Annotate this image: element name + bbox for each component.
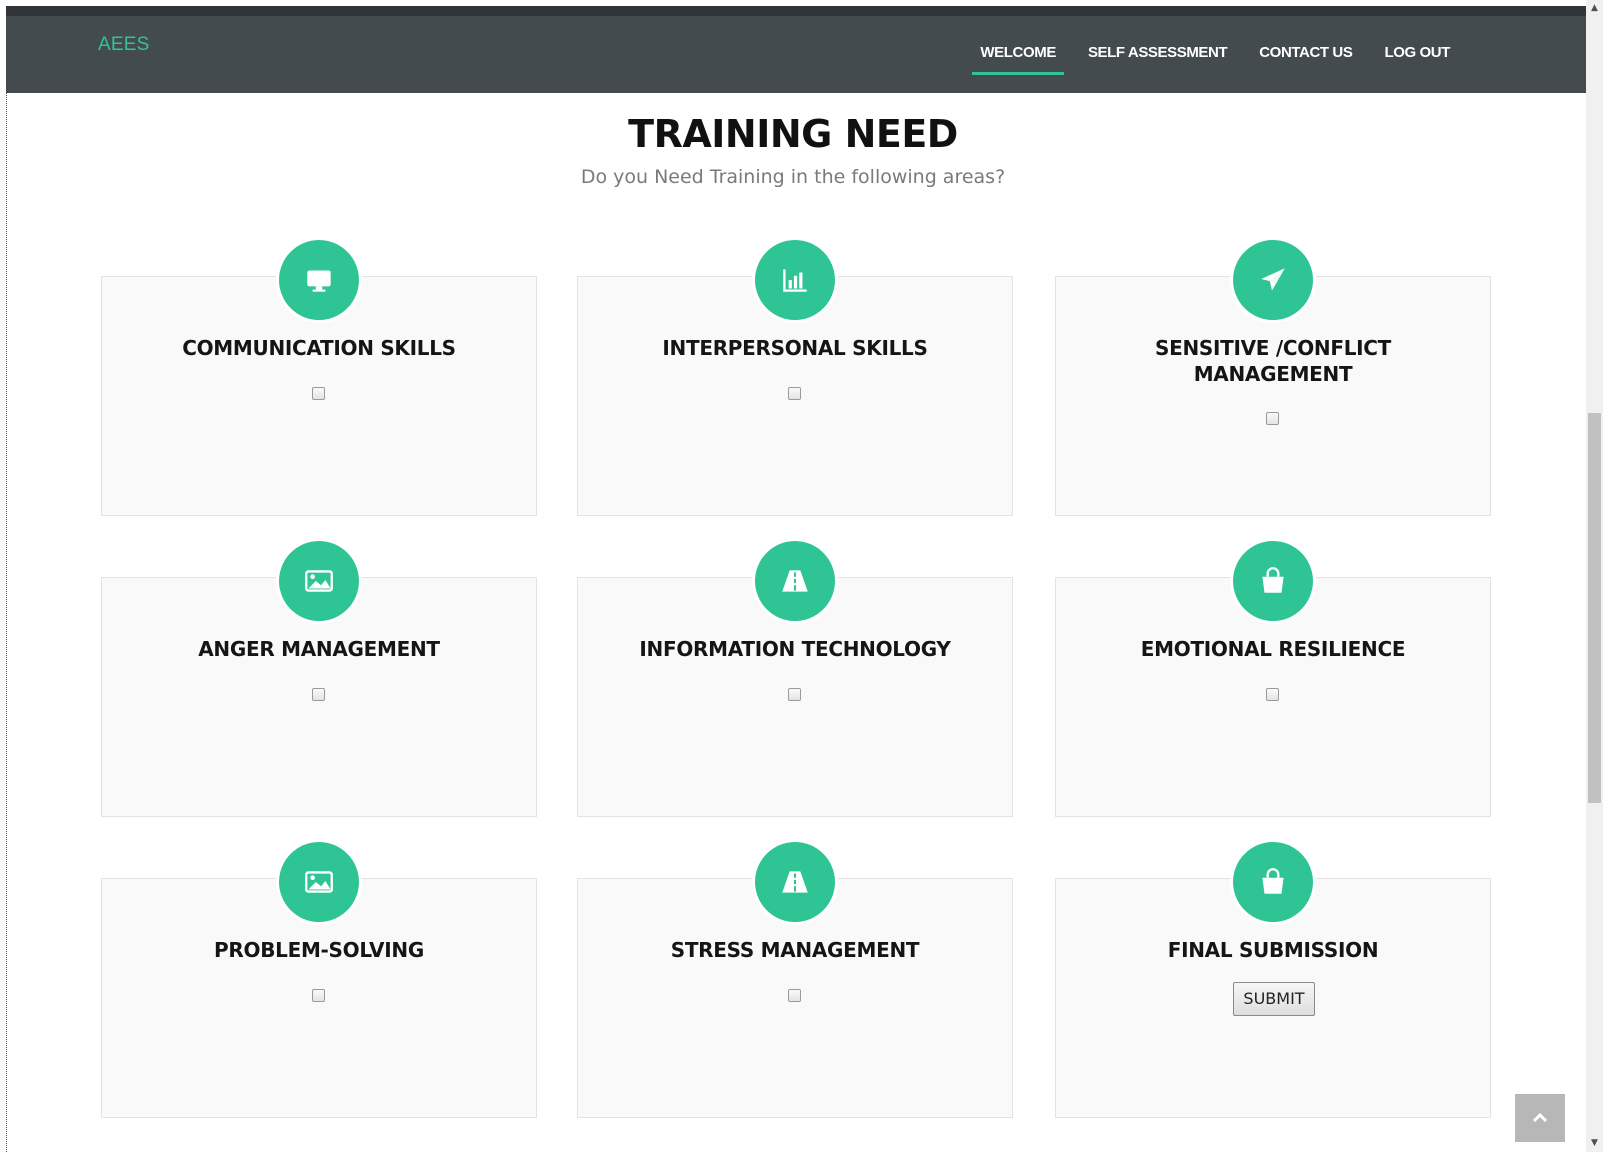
card-title: EMOTIONAL RESILIENCE xyxy=(1140,637,1406,661)
card-interpersonal-skills: INTERPERSONAL SKILLS xyxy=(577,240,1013,516)
card-title: FINAL SUBMISSION xyxy=(1167,938,1379,962)
scroll-down-arrow-icon[interactable]: ▼ xyxy=(1586,1135,1603,1152)
bar-chart-icon xyxy=(755,240,835,320)
anger-management-checkbox[interactable] xyxy=(312,688,325,701)
brand-logo[interactable]: AEES xyxy=(98,34,150,56)
window-top-frame xyxy=(6,6,1586,16)
card-title: INTERPERSONAL SKILLS xyxy=(662,336,928,360)
scrollbar-thumb[interactable] xyxy=(1588,413,1601,803)
page-subtitle: Do you Need Training in the following ar… xyxy=(580,166,1006,188)
shopping-bag-icon xyxy=(1233,842,1313,922)
card-emotional-resilience: EMOTIONAL RESILIENCE xyxy=(1055,541,1491,817)
sensitive-conflict-checkbox[interactable] xyxy=(1266,412,1279,425)
card-sensitive-conflict-management: SENSITIVE /CONFLICT MANAGEMENT xyxy=(1055,240,1491,516)
submit-button[interactable]: SUBMIT xyxy=(1233,982,1315,1016)
paper-plane-icon xyxy=(1233,240,1313,320)
nav-log-out[interactable]: LOG OUT xyxy=(1368,38,1466,75)
card-title: INFORMATION TECHNOLOGY xyxy=(639,637,951,661)
nav-self-assessment[interactable]: SELF ASSESSMENT xyxy=(1072,38,1243,75)
chevron-up-icon xyxy=(1532,1112,1548,1123)
vertical-scrollbar[interactable]: ▲ ▼ xyxy=(1586,0,1603,1152)
monitor-icon xyxy=(279,240,359,320)
card-title: SENSITIVE /CONFLICT MANAGEMENT xyxy=(1154,336,1392,386)
card-anger-management: ANGER MANAGEMENT xyxy=(101,541,537,817)
communication-skills-checkbox[interactable] xyxy=(312,387,325,400)
interpersonal-skills-checkbox[interactable] xyxy=(788,387,801,400)
card-title: ANGER MANAGEMENT xyxy=(198,637,440,661)
scroll-up-arrow-icon[interactable]: ▲ xyxy=(1586,0,1603,17)
nav-contact-us[interactable]: CONTACT US xyxy=(1243,38,1368,75)
card-title: STRESS MANAGEMENT xyxy=(670,938,920,962)
nav-links: WELCOME SELF ASSESSMENT CONTACT US LOG O… xyxy=(964,38,1466,75)
card-stress-management: STRESS MANAGEMENT xyxy=(577,842,1013,1118)
information-technology-checkbox[interactable] xyxy=(788,688,801,701)
problem-solving-checkbox[interactable] xyxy=(312,989,325,1002)
back-to-top-button[interactable] xyxy=(1515,1094,1565,1142)
image-icon xyxy=(279,842,359,922)
road-icon xyxy=(755,842,835,922)
nav-welcome[interactable]: WELCOME xyxy=(964,38,1072,75)
card-information-technology: INFORMATION TECHNOLOGY xyxy=(577,541,1013,817)
card-title: PROBLEM-SOLVING xyxy=(214,938,424,962)
card-title: COMMUNICATION SKILLS xyxy=(182,336,456,360)
card-final-submission: FINAL SUBMISSION SUBMIT xyxy=(1055,842,1491,1118)
emotional-resilience-checkbox[interactable] xyxy=(1266,688,1279,701)
card-communication-skills: COMMUNICATION SKILLS xyxy=(101,240,537,516)
card-problem-solving: PROBLEM-SOLVING xyxy=(101,842,537,1118)
road-icon xyxy=(755,541,835,621)
page-title: TRAINING NEED xyxy=(628,112,958,156)
top-navbar: AEES WELCOME SELF ASSESSMENT CONTACT US … xyxy=(6,16,1586,93)
stress-management-checkbox[interactable] xyxy=(788,989,801,1002)
shopping-bag-icon xyxy=(1233,541,1313,621)
image-icon xyxy=(279,541,359,621)
